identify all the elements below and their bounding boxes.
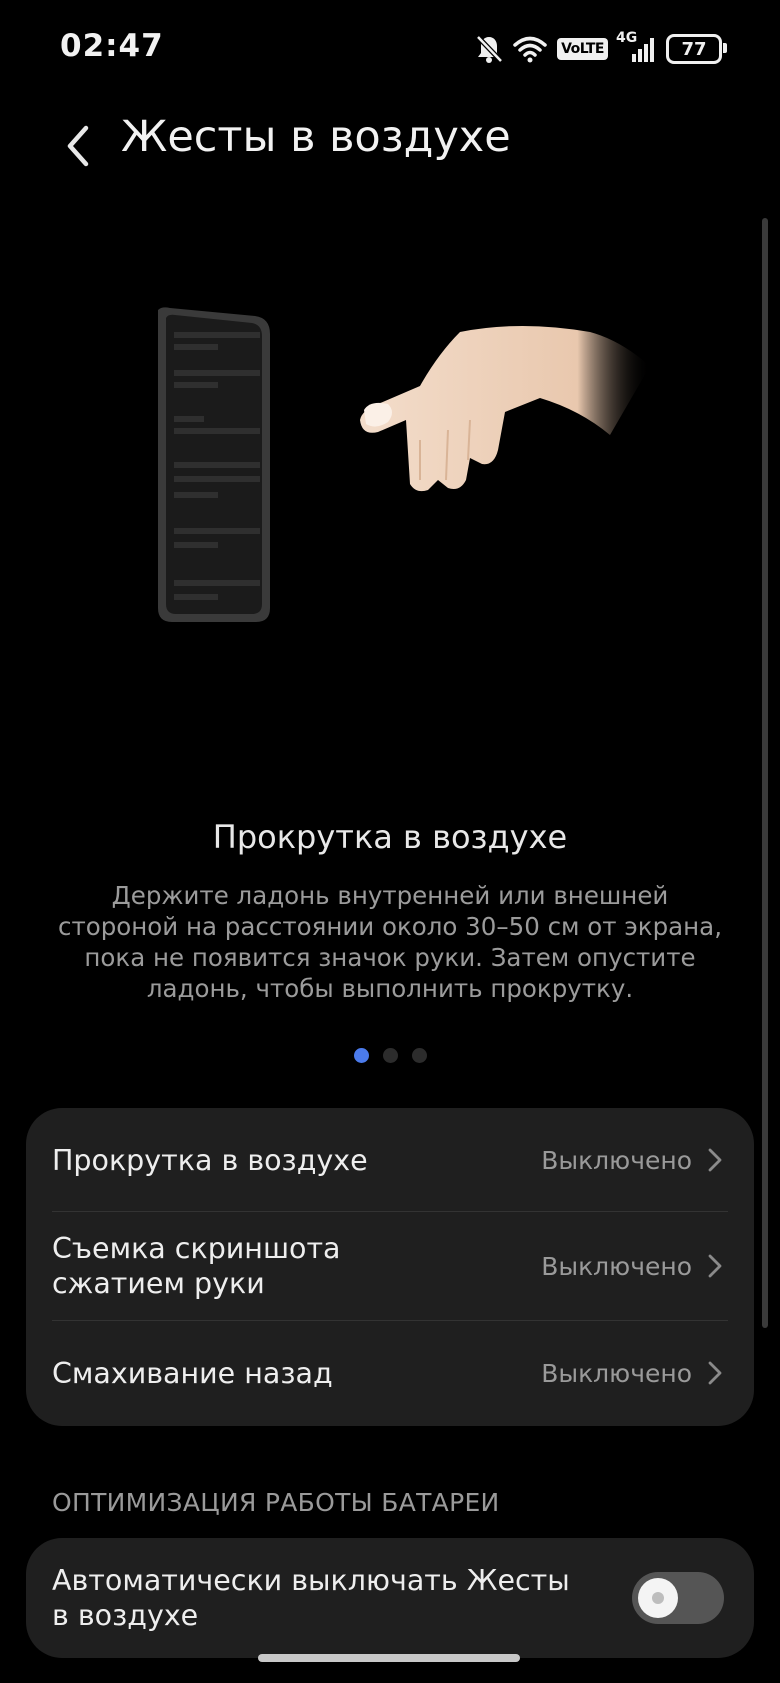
page-dot-2[interactable] bbox=[382, 1048, 398, 1063]
gesture-illustration bbox=[0, 270, 780, 690]
hand-illustration bbox=[360, 326, 650, 492]
phone-illustration bbox=[158, 307, 270, 622]
setting-label: Смахивание назад bbox=[52, 1356, 333, 1390]
battery-level: 77 bbox=[681, 38, 707, 60]
feature-title: Прокрутка в воздухе bbox=[212, 818, 568, 856]
section-header-battery: ОПТИМИЗАЦИЯ РАБОТЫ БАТАРЕИ bbox=[52, 1488, 500, 1517]
volte-badge: VoLTE bbox=[557, 38, 608, 60]
back-button[interactable] bbox=[56, 118, 100, 174]
chevron-right-icon bbox=[708, 1148, 722, 1172]
battery-icon: 77 bbox=[666, 34, 727, 64]
page-title: Жесты в воздухе bbox=[121, 112, 511, 162]
page-dot-1[interactable] bbox=[353, 1048, 369, 1063]
setting-value: Выключено bbox=[541, 1251, 692, 1281]
setting-label: Автоматически выключать Жесты в воздухе bbox=[52, 1564, 570, 1632]
chevron-right-icon bbox=[708, 1361, 722, 1385]
auto-disable-toggle[interactable] bbox=[632, 1572, 724, 1624]
home-indicator[interactable] bbox=[258, 1654, 520, 1662]
page-indicator[interactable] bbox=[0, 1048, 780, 1063]
chevron-left-icon bbox=[67, 125, 89, 167]
wifi-icon bbox=[513, 35, 547, 63]
status-icons: VoLTE 4G 77 bbox=[475, 30, 727, 68]
chevron-right-icon bbox=[708, 1254, 722, 1278]
setting-label: Съемка скриншота сжатием руки bbox=[52, 1232, 341, 1300]
status-bar: 02:47 VoLTE 4G 77 bbox=[0, 0, 780, 96]
bell-muted-icon bbox=[475, 34, 503, 64]
setting-row-swipe-back[interactable]: Смахивание назад Выключено bbox=[26, 1320, 754, 1426]
battery-optimization-card[interactable]: Автоматически выключать Жесты в воздухе bbox=[26, 1538, 754, 1658]
gestures-settings-card: Прокрутка в воздухе Выключено Съемка скр… bbox=[26, 1108, 754, 1426]
cellular-signal-icon: 4G bbox=[616, 30, 656, 64]
status-time: 02:47 bbox=[60, 28, 164, 64]
network-type-label: 4G bbox=[616, 30, 638, 46]
setting-value: Выключено bbox=[541, 1358, 692, 1388]
setting-label: Прокрутка в воздухе bbox=[52, 1143, 368, 1177]
page-dot-3[interactable] bbox=[411, 1048, 427, 1063]
toggle-knob bbox=[638, 1578, 678, 1618]
feature-description: Держите ладонь внутренней или внешней ст… bbox=[58, 881, 722, 1003]
setting-row-air-scroll[interactable]: Прокрутка в воздухе Выключено bbox=[26, 1108, 754, 1212]
setting-row-grab-screenshot[interactable]: Съемка скриншота сжатием руки Выключено bbox=[26, 1212, 754, 1320]
setting-value: Выключено bbox=[541, 1145, 692, 1175]
screen: 02:47 VoLTE 4G 77 Жесты в воздухе Прокру… bbox=[0, 0, 780, 1683]
